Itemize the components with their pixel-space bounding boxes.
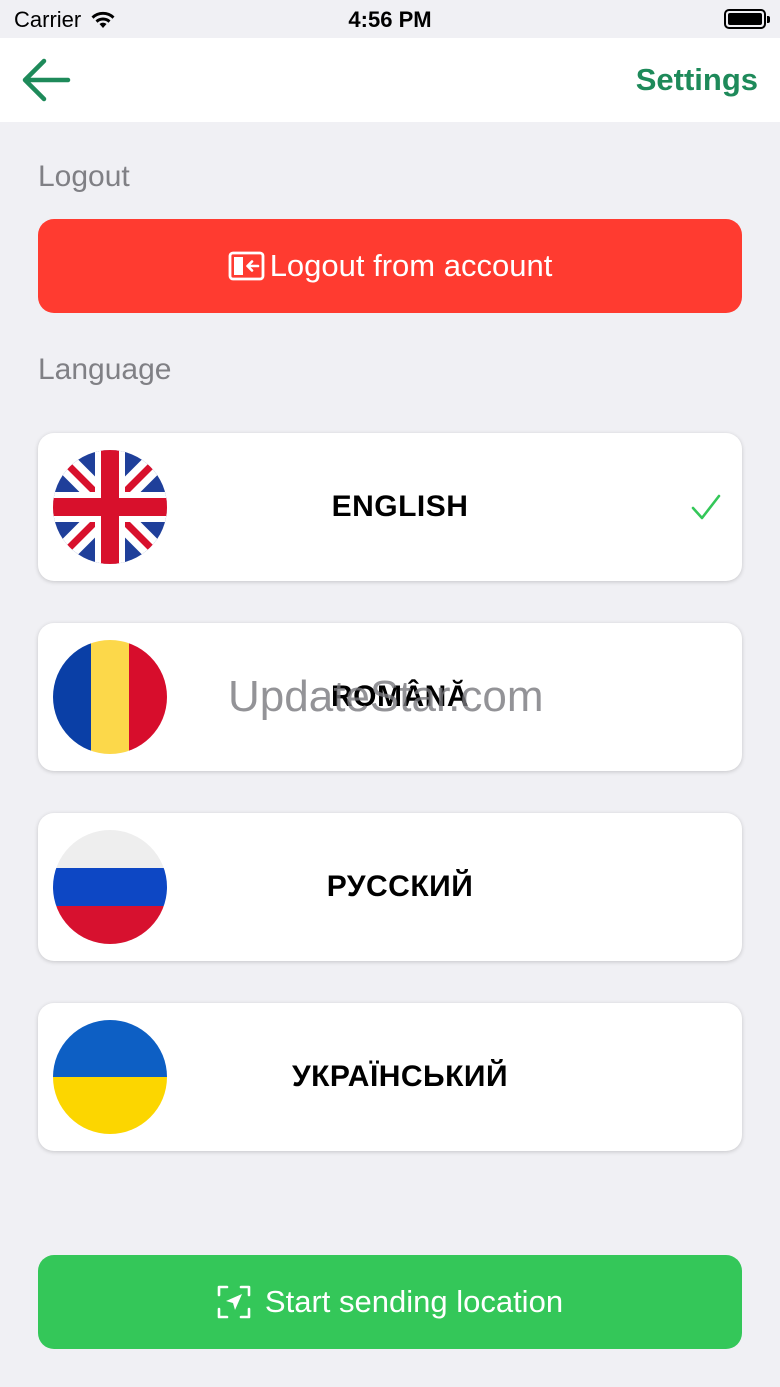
logout-button[interactable]: Logout from account	[38, 219, 742, 313]
ukraine-flag-icon	[53, 1020, 167, 1134]
uk-flag-icon	[53, 450, 167, 564]
language-section-label: Language	[38, 353, 172, 386]
language-label: РУССКИЙ	[326, 870, 474, 903]
back-button[interactable]	[18, 54, 74, 106]
romania-flag-icon	[53, 640, 167, 754]
language-label: ROMÂNĂ	[331, 680, 469, 713]
russia-flag-icon	[53, 830, 167, 944]
language-label: ENGLISH	[331, 490, 469, 523]
status-bar: Carrier 4:56 PM	[0, 0, 780, 38]
location-button-label: Start sending location	[264, 1284, 564, 1319]
logout-icon	[228, 251, 265, 281]
checkmark-icon	[691, 494, 721, 520]
language-label: УКРАЇНСЬКИЙ	[291, 1060, 509, 1093]
arrow-left-icon	[22, 58, 71, 102]
battery-icon	[724, 9, 770, 29]
nav-bar: Settings	[0, 38, 780, 122]
status-time: 4:56 PM	[348, 7, 432, 32]
language-option-romana[interactable]: ROMÂNĂ	[38, 623, 742, 771]
start-sending-location-button[interactable]: Start sending location	[38, 1255, 742, 1349]
page-title: Settings	[635, 62, 758, 97]
logout-section-label: Logout	[38, 160, 130, 193]
location-arrow-icon	[217, 1285, 251, 1319]
logout-button-label: Logout from account	[269, 248, 553, 283]
language-option-ukrainskiy[interactable]: УКРАЇНСЬКИЙ	[38, 1003, 742, 1151]
language-option-russkiy[interactable]: РУССКИЙ	[38, 813, 742, 961]
language-option-english[interactable]: ENGLISH	[38, 433, 742, 581]
